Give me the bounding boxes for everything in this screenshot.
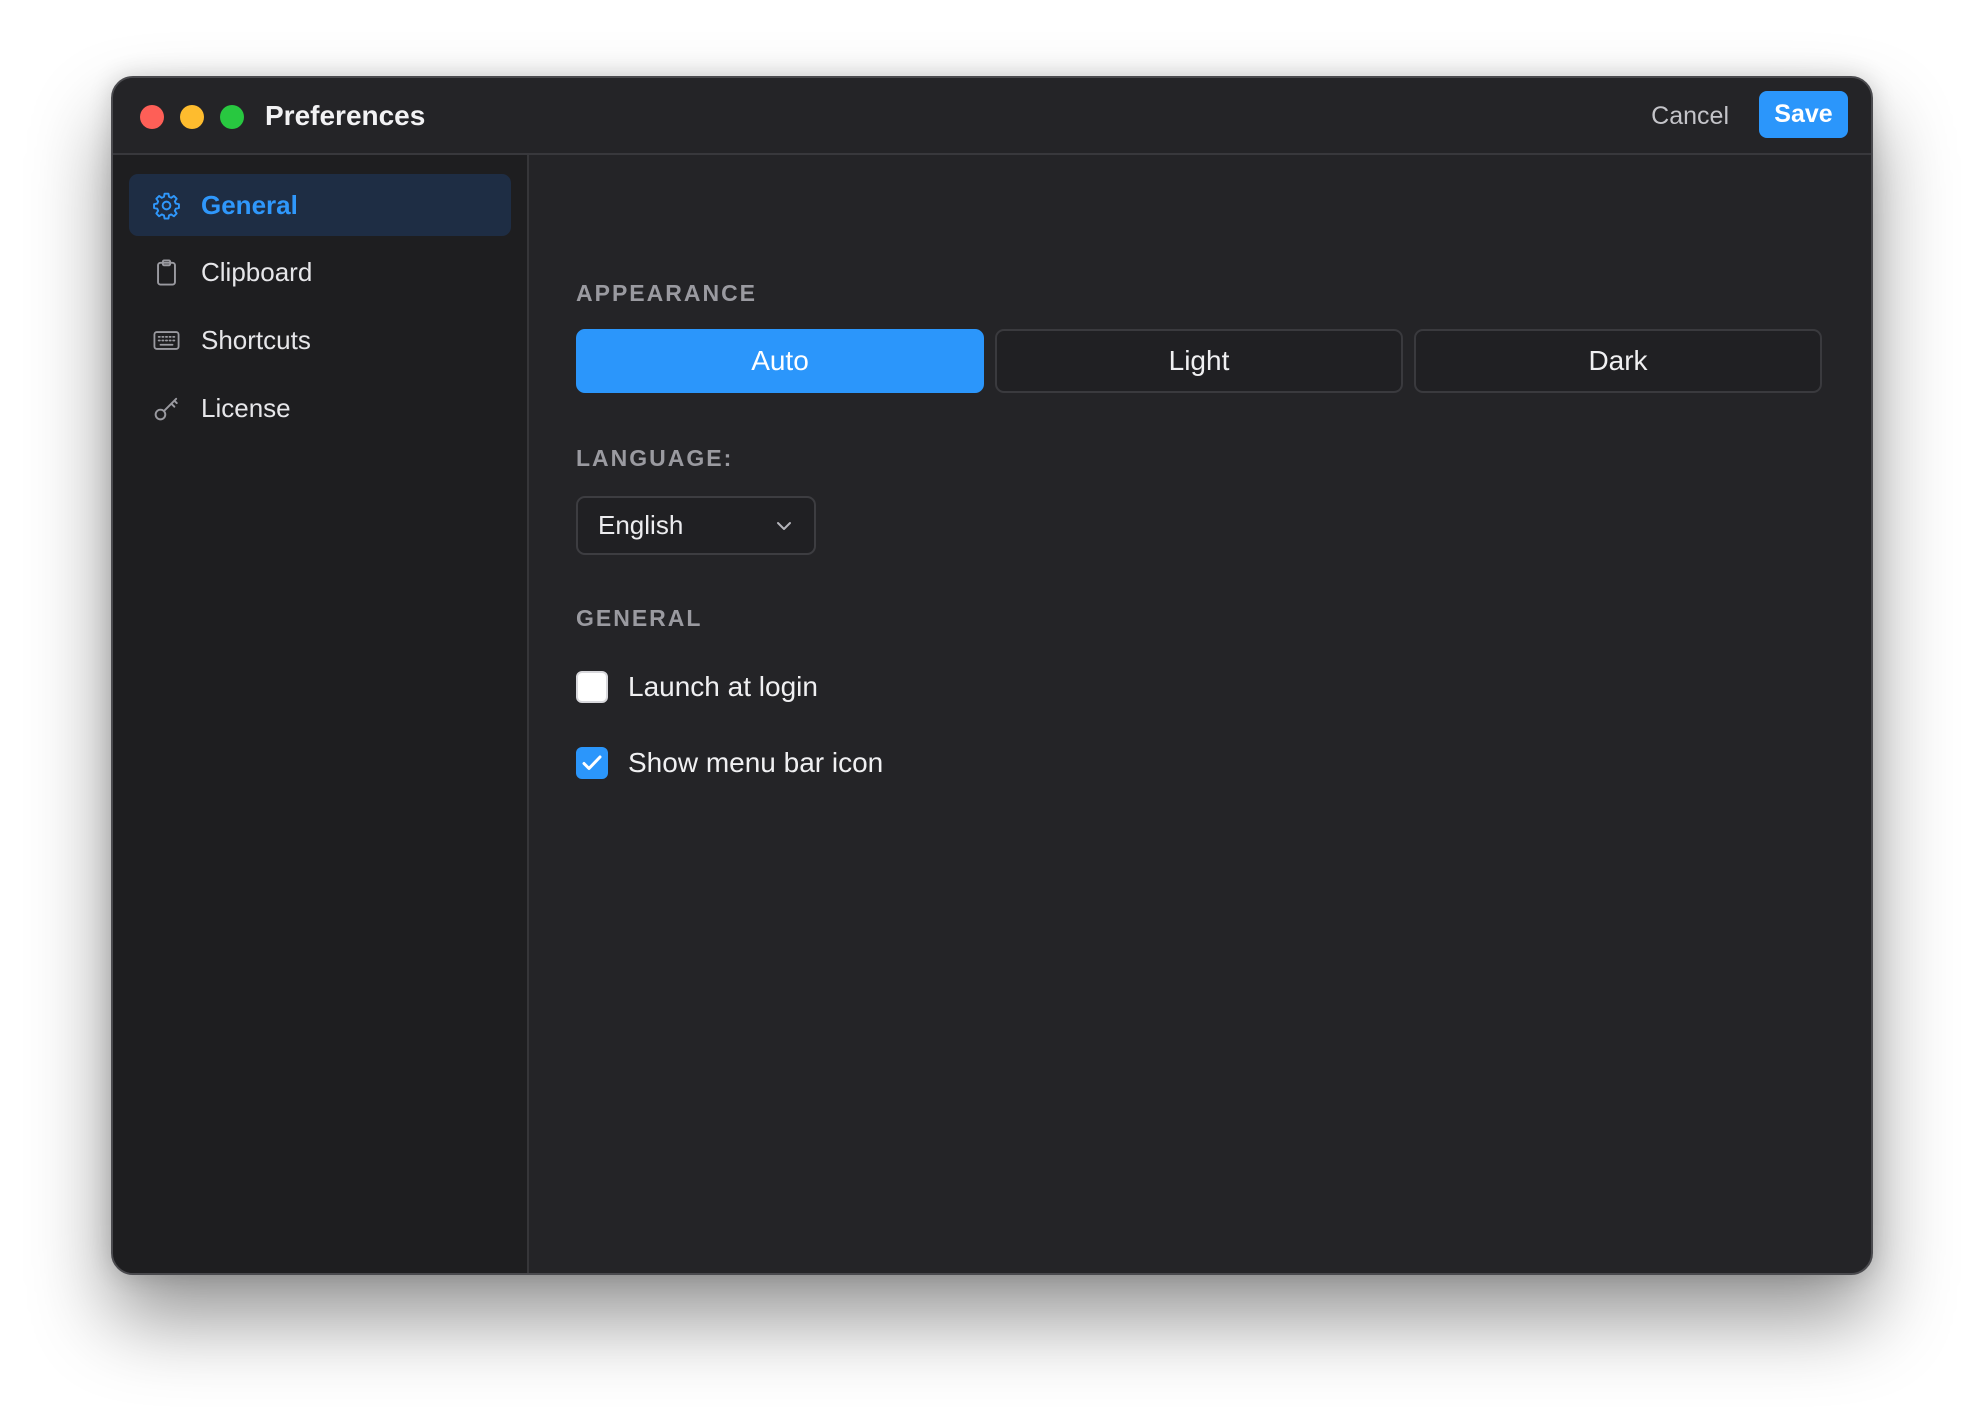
appearance-auto-button[interactable]: Auto [576,329,984,393]
sidebar-item-license[interactable]: License [129,377,511,439]
appearance-heading: APPEARANCE [576,280,758,306]
language-select[interactable]: English [576,496,816,555]
general-heading: GENERAL [576,605,703,631]
minimize-window-button[interactable] [180,105,204,129]
key-icon [152,394,181,423]
sidebar-item-shortcuts[interactable]: Shortcuts [129,309,511,371]
launch-at-login-label: Launch at login [628,671,818,702]
appearance-dark-button[interactable]: Dark [1414,329,1822,393]
sidebar: General Clipboard Shortcuts License [113,155,529,1273]
language-value: English [598,510,684,540]
checkmark-icon [582,755,602,770]
sidebar-item-label: License [201,393,291,423]
clipboard-icon [152,258,181,287]
settings-panel: APPEARANCE Auto Light Dark LANGUAGE: Eng… [529,155,1871,1273]
sidebar-item-label: Clipboard [201,257,313,287]
close-window-button[interactable] [140,105,164,129]
save-button[interactable]: Save [1759,91,1848,138]
gear-icon [152,191,181,220]
sidebar-item-clipboard[interactable]: Clipboard [129,241,511,303]
language-heading: LANGUAGE: [576,445,734,471]
launch-at-login-checkbox[interactable] [576,671,608,703]
preferences-window: Preferences Cancel Save General Clipboar… [111,76,1873,1275]
chevron-down-icon [774,516,794,536]
zoom-window-button[interactable] [220,105,244,129]
show-menu-bar-icon-label: Show menu bar icon [628,747,884,778]
sidebar-item-general[interactable]: General [129,174,511,236]
keyboard-icon [152,326,181,355]
cancel-button[interactable]: Cancel [1643,93,1737,139]
sidebar-item-label: General [201,190,298,220]
show-menu-bar-icon-checkbox[interactable] [576,747,608,779]
title-bar: Preferences Cancel Save [113,78,1871,155]
sidebar-item-label: Shortcuts [201,325,311,355]
window-title: Preferences [265,100,426,131]
appearance-light-button[interactable]: Light [995,329,1403,393]
